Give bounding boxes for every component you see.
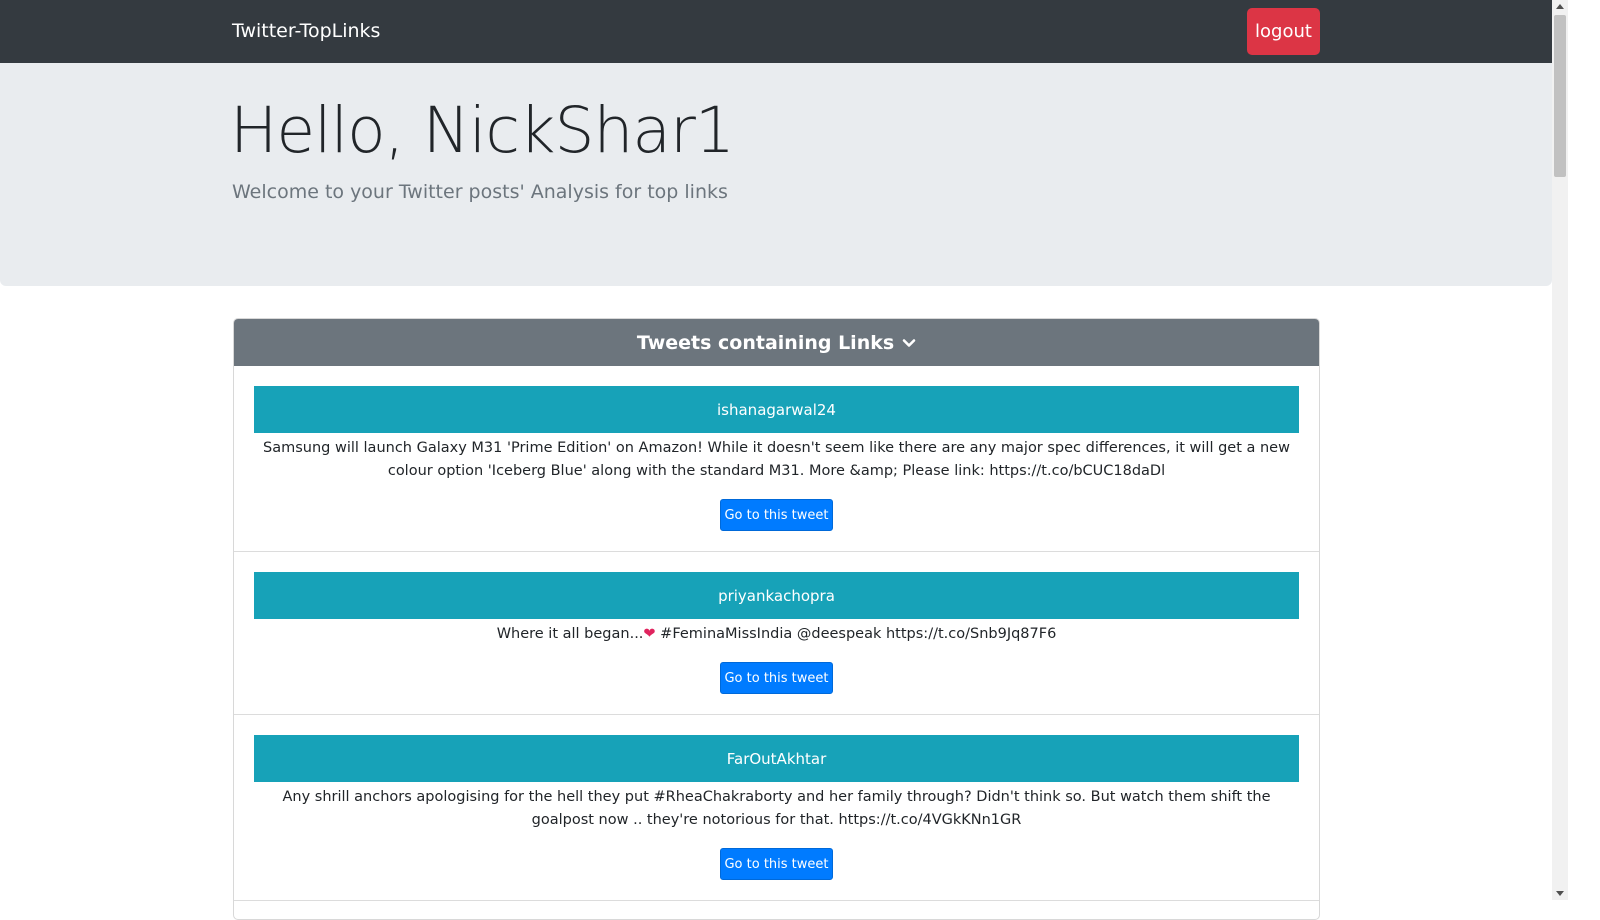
tweet-username: ishanagarwal24: [717, 400, 836, 419]
logout-button[interactable]: logout: [1247, 8, 1320, 55]
go-to-tweet-button[interactable]: Go to this tweet: [720, 499, 833, 531]
tweet-username: priyankachopra: [718, 586, 835, 605]
tweets-card-header[interactable]: Tweets containing Links: [234, 319, 1319, 366]
list-item: FarOutAkhtar Any shrill anchors apologis…: [234, 715, 1319, 901]
list-item: priyankachopra Where it all began...❤ #F…: [234, 552, 1319, 715]
tweet-user-header: FarOutAkhtar: [254, 735, 1299, 782]
tweet-text: Any shrill anchors apologising for the h…: [282, 789, 1271, 828]
go-to-tweet-button[interactable]: Go to this tweet: [720, 662, 833, 694]
tweet-user-header: ishanagarwal24: [254, 386, 1299, 433]
go-to-tweet-button[interactable]: Go to this tweet: [720, 848, 833, 880]
heart-icon: ❤: [643, 626, 656, 642]
list-item: ishanagarwal24 Samsung will launch Galax…: [234, 366, 1319, 552]
page-subtitle: Welcome to your Twitter posts' Analysis …: [232, 181, 728, 203]
jumbotron: Hello, NickShar1 Welcome to your Twitter…: [0, 63, 1552, 286]
tweet-username: FarOutAkhtar: [726, 749, 827, 768]
tweet-user-header: priyankachopra: [254, 572, 1299, 619]
scroll-up-icon[interactable]: [1556, 4, 1564, 9]
brand-link[interactable]: Twitter-TopLinks: [232, 18, 380, 44]
scrollbar-thumb[interactable]: [1554, 15, 1566, 177]
page-scrollbar[interactable]: [1552, 0, 1568, 900]
tweet-text: Samsung will launch Galaxy M31 'Prime Ed…: [263, 440, 1290, 479]
scroll-down-icon[interactable]: [1556, 891, 1564, 896]
tweet-text-end: #FeminaMissIndia @deespeak https://t.co/…: [655, 626, 1057, 642]
page-title: Hello, NickShar1: [230, 94, 735, 167]
chevron-down-icon: [902, 338, 916, 347]
navbar: Twitter-TopLinks logout: [0, 0, 1552, 63]
tweets-card-title: Tweets containing Links: [636, 331, 895, 354]
tweet-text: Where it all began...❤ #FeminaMissIndia …: [254, 623, 1299, 646]
tweets-card: Tweets containing Links ishanagarwal24 S…: [233, 318, 1320, 920]
tweet-text-start: Where it all began...: [496, 626, 644, 642]
